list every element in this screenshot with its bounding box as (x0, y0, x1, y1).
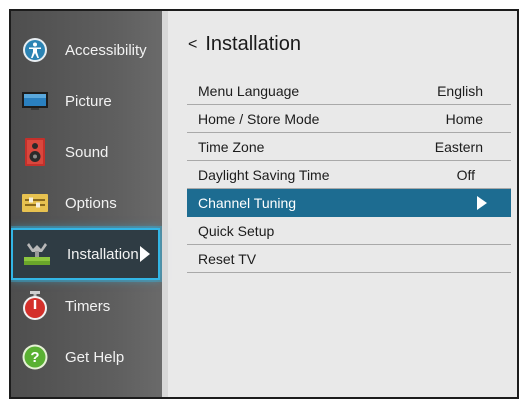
sidebar-item-label: Get Help (65, 348, 125, 366)
sidebar-item-label: Installation (67, 245, 139, 263)
tv-menu-frame: Accessibility Picture Sound Options Inst… (9, 9, 519, 399)
sidebar-item-label: Picture (65, 92, 112, 110)
sidebar-item-timers[interactable]: Timers (11, 281, 162, 331)
sidebar-item-accessibility[interactable]: Accessibility (11, 25, 162, 75)
svg-text:?: ? (30, 349, 39, 366)
menu-language-row[interactable]: Menu Language English (187, 77, 511, 105)
channel-tuning-row[interactable]: Channel Tuning (187, 189, 511, 217)
timer-icon (21, 291, 49, 320)
row-label: Daylight Saving Time (198, 166, 330, 183)
chevron-right-icon (477, 195, 487, 210)
row-label: Menu Language (198, 82, 300, 99)
sidebar-item-installation[interactable]: Installation (11, 228, 160, 280)
sidebar-item-get-help[interactable]: ? Get Help (11, 332, 162, 382)
sidebar-item-label: Accessibility (65, 41, 147, 59)
quick-setup-row[interactable]: Quick Setup (187, 217, 511, 245)
row-value: Eastern (434, 138, 483, 155)
sidebar-item-label: Sound (65, 143, 109, 161)
row-value: Home (445, 110, 483, 127)
back-icon[interactable]: < (188, 36, 197, 54)
reset-tv-row[interactable]: Reset TV (187, 245, 511, 273)
row-label: Channel Tuning (198, 194, 297, 211)
sidebar-item-label: Timers (65, 297, 111, 315)
sidebar-item-label: Options (65, 194, 117, 212)
row-value: Off (456, 166, 475, 183)
row-value: English (437, 82, 483, 99)
sidebar-item-sound[interactable]: Sound (11, 127, 162, 177)
help-icon: ? (21, 343, 49, 371)
row-label: Time Zone (198, 138, 265, 155)
row-label: Reset TV (198, 250, 257, 267)
options-icon (21, 189, 49, 217)
page-title-text: Installation (205, 33, 301, 55)
row-label: Quick Setup (198, 222, 275, 239)
row-label: Home / Store Mode (198, 110, 320, 127)
time-zone-row[interactable]: Time Zone Eastern (187, 133, 511, 161)
installation-icon (23, 240, 51, 268)
daylight-saving-time-row[interactable]: Daylight Saving Time Off (187, 161, 511, 189)
sidebar: Accessibility Picture Sound Options Inst… (11, 11, 162, 397)
chevron-right-icon (140, 246, 150, 262)
installation-panel: < Installation Menu Language English Hom… (168, 11, 517, 397)
speaker-icon (21, 138, 49, 166)
home-store-mode-row[interactable]: Home / Store Mode Home (187, 105, 511, 133)
sidebar-item-options[interactable]: Options (11, 178, 162, 228)
sidebar-item-picture[interactable]: Picture (11, 76, 162, 126)
settings-list: Menu Language English Home / Store Mode … (187, 77, 511, 273)
page-title: < Installation (188, 33, 301, 56)
monitor-icon (21, 87, 49, 115)
accessibility-icon (21, 36, 49, 64)
